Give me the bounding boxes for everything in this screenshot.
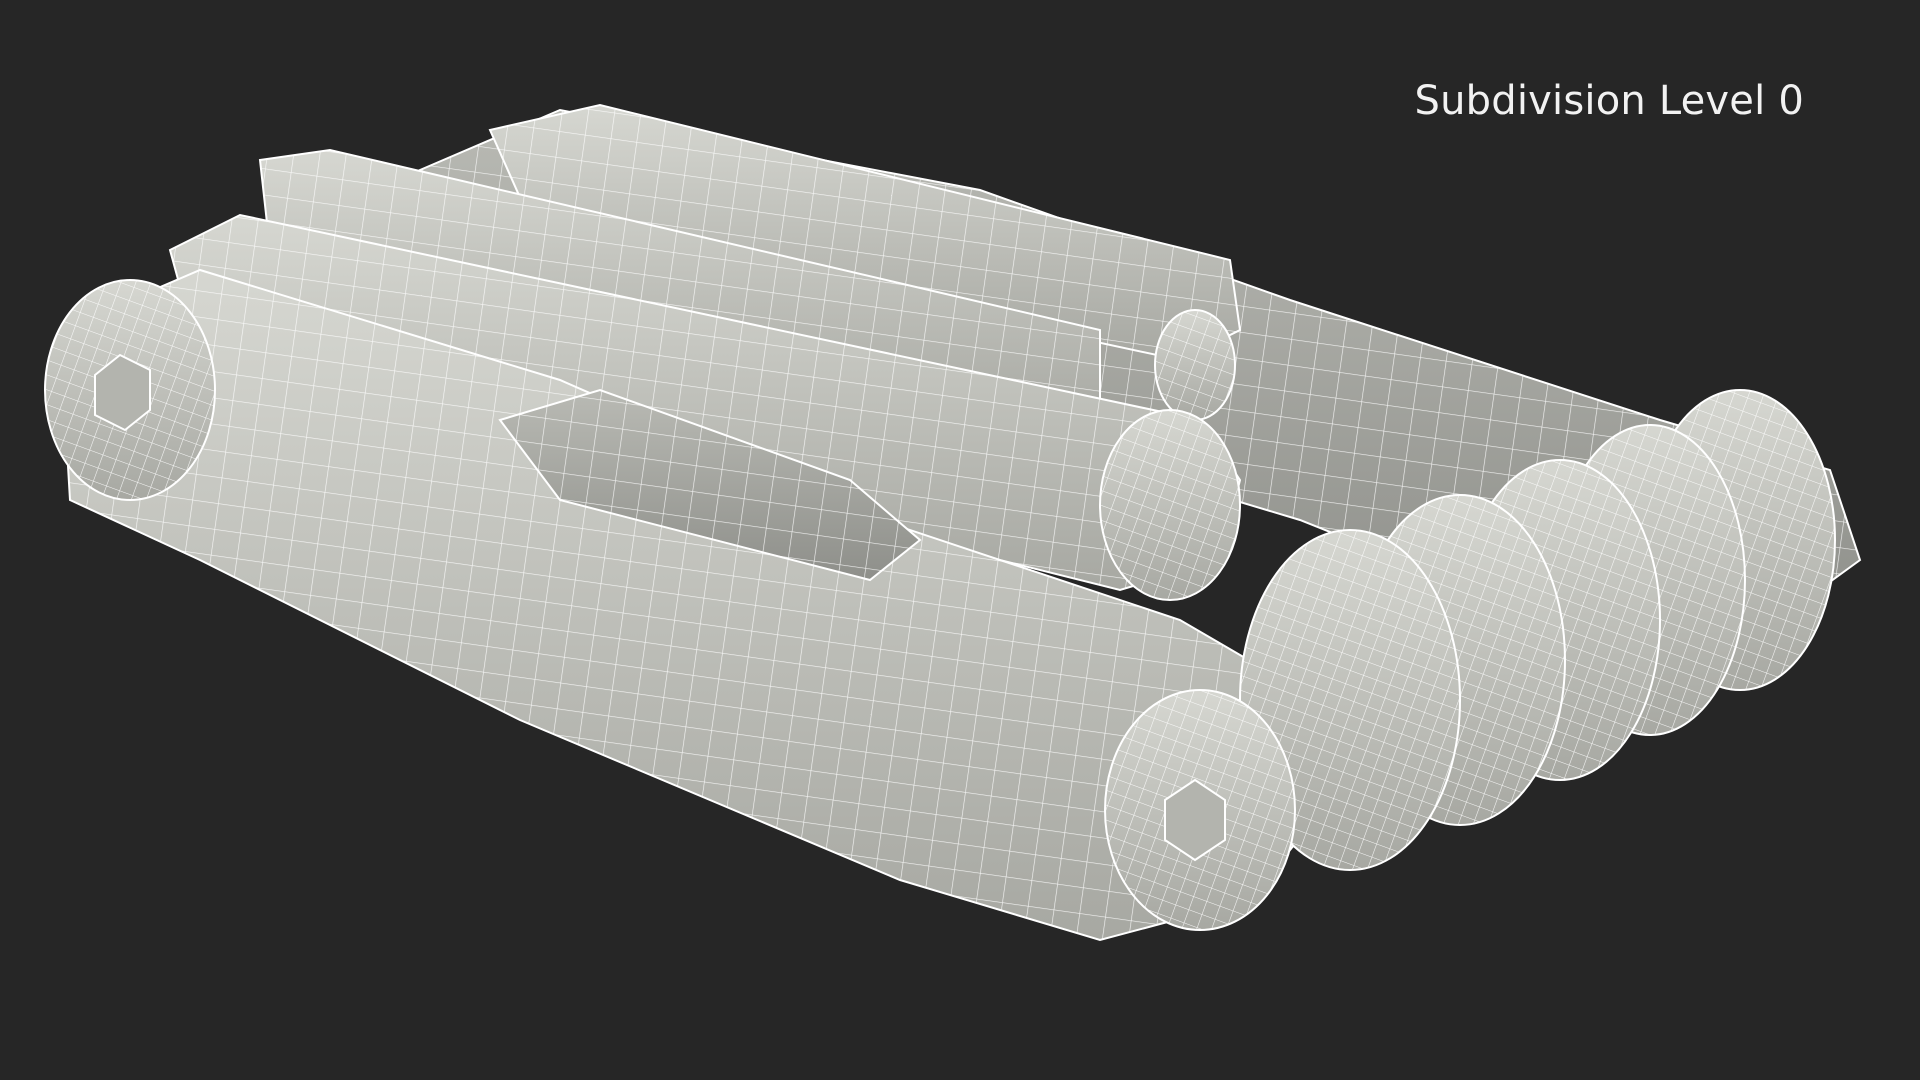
render-viewport: Subdivision Level 0 <box>0 0 1920 1080</box>
subdivision-level-label: Subdivision Level 0 <box>1414 78 1804 124</box>
rear-bolt <box>44 279 216 501</box>
multitool-render <box>44 103 1862 942</box>
front-bolt <box>1104 689 1296 931</box>
